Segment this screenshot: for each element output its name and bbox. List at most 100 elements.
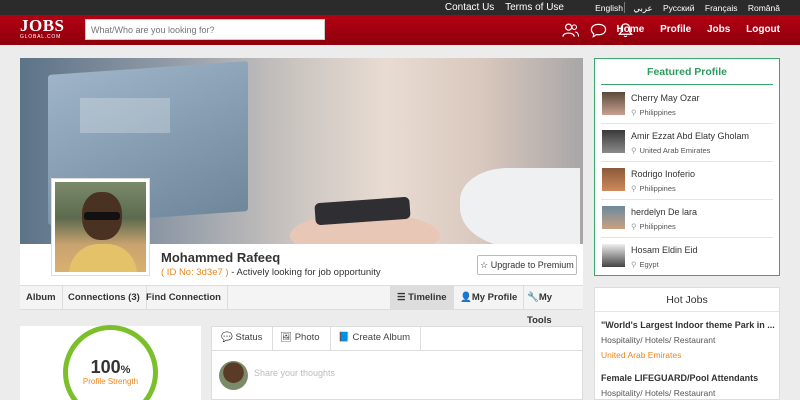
tab-create-album-label: Create Album: [352, 332, 411, 343]
person-name: Cherry May Ozar: [631, 93, 700, 103]
person-name: Rodrigo Inoferio: [631, 169, 696, 179]
star-icon: ☆: [480, 260, 489, 270]
person-location-text: United Arab Emirates: [639, 146, 711, 155]
profile-avatar[interactable]: [51, 178, 150, 276]
person-name: Amir Ezzat Abd Elaty Gholam: [631, 131, 750, 141]
upgrade-label: Upgrade to Premium: [490, 260, 574, 270]
avatar-photo: [55, 182, 146, 272]
map-pin-icon: ⚲: [631, 222, 637, 231]
featured-person[interactable]: Cherry May Ozar ⚲ Philippines: [601, 86, 773, 124]
tab-album[interactable]: Album: [20, 286, 63, 309]
job-item[interactable]: "World's Largest Indoor theme Park in ..…: [601, 320, 775, 360]
job-item[interactable]: Female LIFEGUARD/Pool Attendants Hospita…: [601, 373, 775, 398]
person-name: Hosam Eldin Eid: [631, 245, 698, 255]
language-arabic[interactable]: عربي: [633, 3, 652, 13]
avatar-detail: [84, 212, 120, 220]
comment-icon: 💬: [221, 332, 233, 343]
person-location-text: Philippines: [639, 222, 676, 231]
top-strip: Contact Us Terms of Use English عربي Рус…: [0, 0, 800, 15]
profile-id: ( ID No: 3d3e7 ): [161, 267, 229, 278]
tab-status[interactable]: 💬 Status: [211, 326, 274, 350]
person-avatar: [602, 92, 625, 115]
person-avatar: [602, 244, 625, 267]
profile-tabs: Album Connections (3) Find Connection ☰ …: [20, 285, 583, 326]
nav-jobs[interactable]: Jobs: [707, 24, 730, 35]
person-location: ⚲ Philippines: [631, 108, 676, 117]
tab-create-album[interactable]: 📘 Create Album: [328, 326, 422, 350]
composer-input[interactable]: Share your thoughts: [254, 368, 335, 378]
logo-main: JOBS: [20, 16, 65, 35]
avatar-detail: [69, 244, 137, 272]
profile-name: Mohammed Rafeeq: [161, 250, 281, 265]
person-location-text: Philippines: [639, 108, 676, 117]
cover-detail: [460, 168, 580, 244]
nav-home[interactable]: Home: [617, 24, 645, 35]
person-avatar: [602, 206, 625, 229]
person-location: ⚲ Philippines: [631, 184, 676, 193]
map-pin-icon: ⚲: [631, 260, 637, 269]
divider: [601, 84, 773, 85]
featured-person[interactable]: Hosam Eldin Eid ⚲ Egypt: [601, 238, 773, 276]
tab-my-profile[interactable]: 👤My Profile: [454, 286, 525, 309]
job-category: Hospitality/ Hotels/ Restaurant: [601, 335, 716, 345]
nav-profile[interactable]: Profile: [660, 24, 691, 35]
composer-tabs: 💬 Status 🖼 Photo 📘 Create Album: [211, 326, 583, 351]
contact-us-link[interactable]: Contact Us: [445, 2, 494, 13]
tab-timeline[interactable]: ☰ Timeline: [390, 286, 454, 309]
map-pin-icon: ⚲: [631, 184, 637, 193]
strength-label: Profile Strength: [82, 377, 139, 386]
nav-logout[interactable]: Logout: [746, 24, 780, 35]
job-category: Hospitality/ Hotels/ Restaurant: [601, 388, 716, 398]
user-icon: 👤: [460, 292, 472, 303]
featured-profile-panel: Featured Profile Cherry May Ozar ⚲ Philip…: [594, 58, 780, 276]
tab-connections[interactable]: Connections (3): [62, 286, 147, 309]
search-input[interactable]: [85, 19, 325, 40]
main-nav: Home Profile Jobs Logout: [604, 24, 780, 35]
language-french[interactable]: Français: [705, 3, 738, 13]
strength-unit: %: [120, 364, 131, 376]
profile-id-line: ( ID No: 3d3e7 ) - Actively looking for …: [161, 267, 381, 278]
job-location: United Arab Emirates: [601, 350, 682, 360]
terms-of-use-link[interactable]: Terms of Use: [505, 2, 564, 13]
featured-title: Featured Profile: [647, 66, 727, 78]
hot-jobs-panel: Hot Jobs "World's Largest Indoor theme P…: [594, 287, 780, 400]
person-location: ⚲ Egypt: [631, 260, 659, 269]
tab-photo[interactable]: 🖼 Photo: [270, 326, 331, 350]
strength-number: 100: [90, 357, 121, 377]
tab-status-label: Status: [235, 332, 263, 343]
featured-person[interactable]: Amir Ezzat Abd Elaty Gholam ⚲ United Arab…: [601, 124, 773, 162]
person-avatar: [602, 130, 625, 153]
language-romanian[interactable]: Română: [748, 3, 780, 13]
map-pin-icon: ⚲: [631, 108, 637, 117]
person-location-text: Egypt: [639, 260, 659, 269]
job-title: Female LIFEGUARD/Pool Attendants: [601, 373, 759, 383]
upgrade-button[interactable]: ☆ Upgrade to Premium: [477, 255, 577, 275]
divider: [595, 311, 779, 312]
tab-find-connection[interactable]: Find Connection: [140, 286, 228, 309]
person-location: ⚲ Philippines: [631, 222, 676, 231]
logo-sub: GLOBAL.COM: [20, 34, 62, 40]
image-icon: 🖼: [280, 332, 293, 343]
language-switcher: English عربي Русский Français Română: [587, 3, 780, 14]
person-location-text: Philippines: [639, 184, 676, 193]
person-location: ⚲ United Arab Emirates: [631, 146, 710, 155]
map-pin-icon: ⚲: [631, 146, 637, 155]
language-russian[interactable]: Русский: [663, 3, 695, 13]
profile-status: - Actively looking for job opportunity: [231, 267, 381, 278]
person-name: herdelyn De lara: [631, 207, 698, 217]
composer-avatar: [219, 361, 248, 390]
cover-detail: [80, 98, 170, 133]
job-title: "World's Largest Indoor theme Park in ..…: [601, 320, 775, 330]
language-english[interactable]: English: [595, 3, 623, 13]
tab-my-tools[interactable]: 🔧My Tools: [521, 286, 583, 326]
main-header: JOBS GLOBAL.COM Home Profile Jobs Logout: [0, 15, 800, 45]
person-avatar: [602, 168, 625, 191]
site-logo[interactable]: JOBS GLOBAL.COM: [20, 16, 66, 42]
featured-person[interactable]: herdelyn De lara ⚲ Philippines: [601, 200, 773, 238]
people-icon[interactable]: [562, 22, 579, 38]
tab-photo-label: Photo: [294, 332, 320, 343]
strength-value: 100%: [63, 357, 158, 378]
featured-person[interactable]: Rodrigo Inoferio ⚲ Philippines: [601, 162, 773, 200]
wrench-icon: 🔧: [527, 292, 539, 303]
album-icon: 📘: [338, 332, 350, 343]
